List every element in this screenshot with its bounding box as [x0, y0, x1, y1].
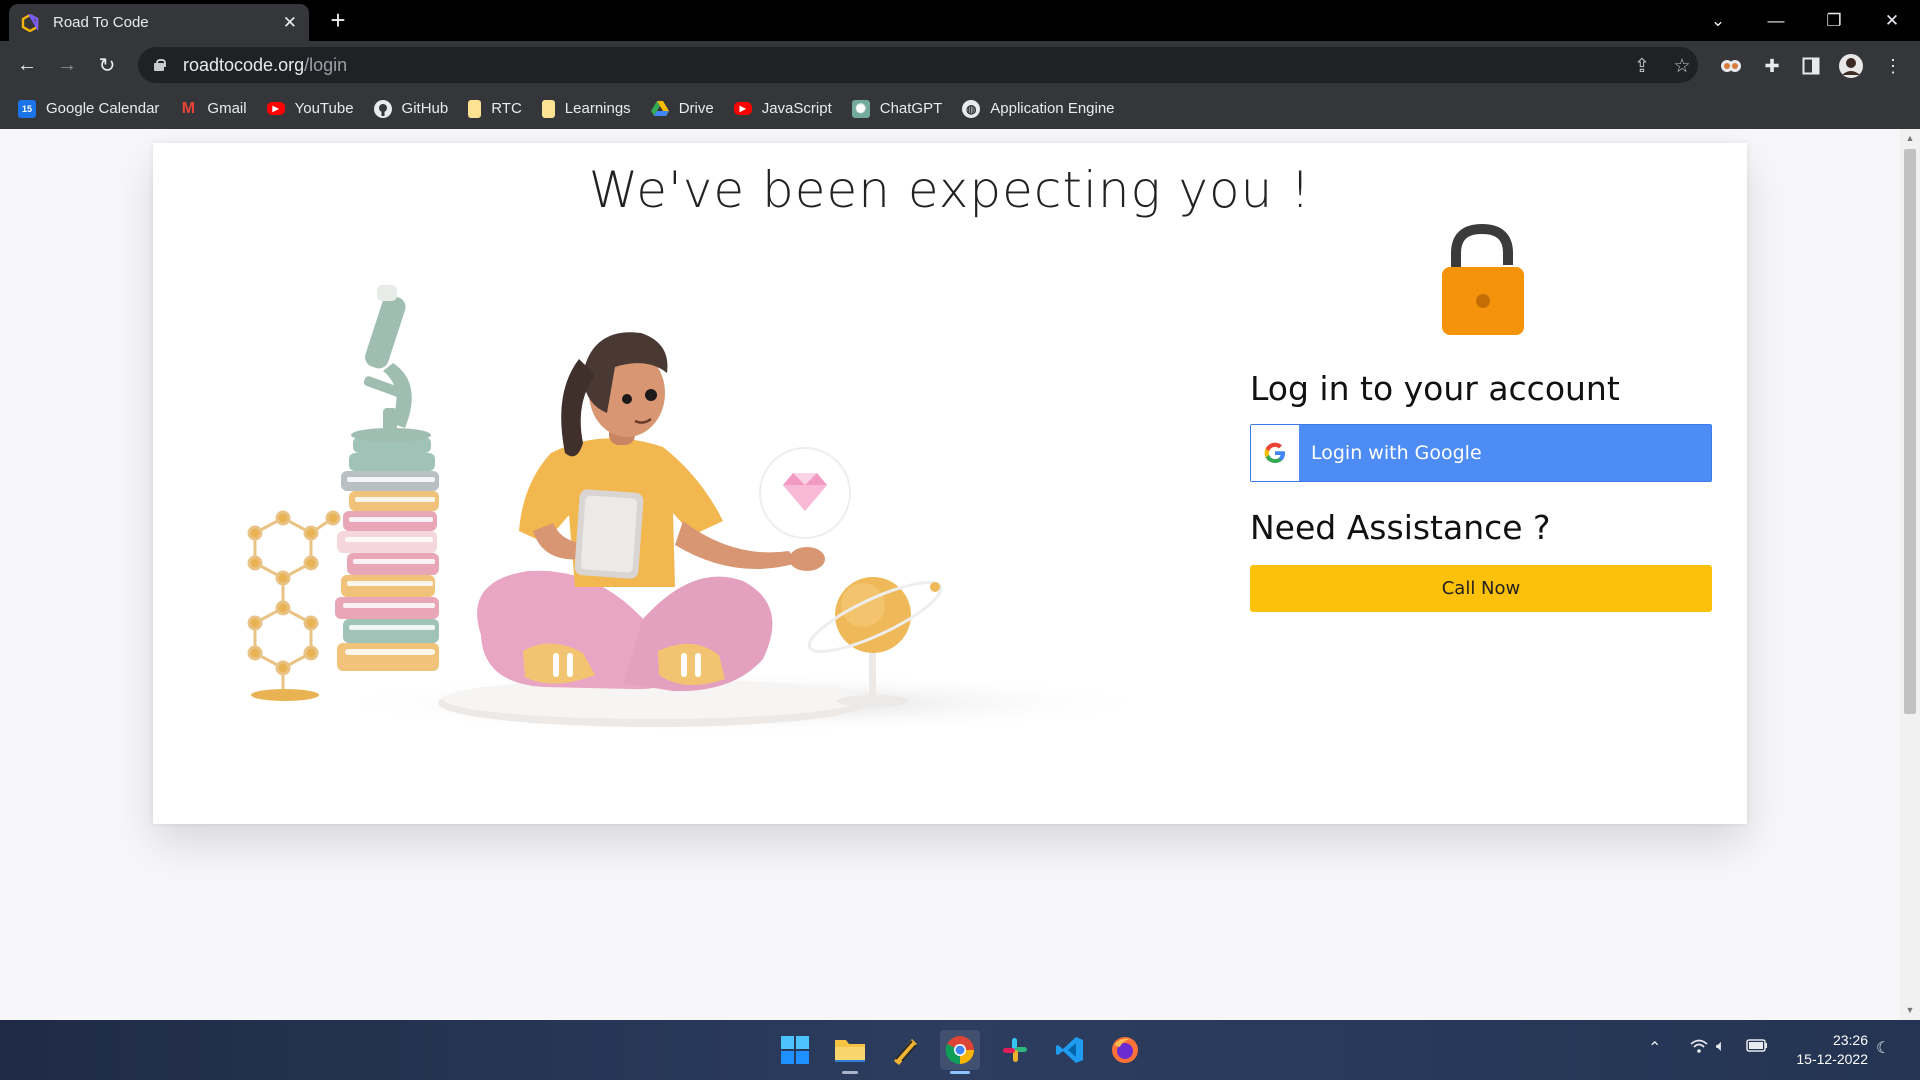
- wifi-icon[interactable]: [1690, 1038, 1708, 1059]
- extensions-puzzle-icon[interactable]: ✚: [1759, 53, 1785, 79]
- bookmark-label: Learnings: [564, 100, 631, 117]
- tab-search-icon[interactable]: ⌄: [1690, 0, 1746, 41]
- url-path: /login: [304, 54, 348, 75]
- chatgpt-icon: ✺: [851, 99, 870, 118]
- bookmark-item[interactable]: GitHub: [373, 99, 449, 118]
- bookmark-label: YouTube: [294, 100, 354, 117]
- bookmarks-bar: 15 Google Calendar M Gmail ▶ YouTube Git…: [0, 88, 1920, 129]
- firefox-icon[interactable]: [1105, 1030, 1145, 1070]
- call-now-button[interactable]: Call Now: [1250, 565, 1712, 612]
- page-title: We've been expecting you !: [588, 161, 1312, 219]
- windows-taskbar: ⌃ 🔈︎ ☾: [0, 1020, 1920, 1080]
- vscode-icon[interactable]: [1050, 1030, 1090, 1070]
- clock-time: 23:26: [1832, 1032, 1868, 1048]
- back-icon[interactable]: ←: [12, 52, 42, 78]
- bookmark-label: Application Engine: [990, 100, 1115, 117]
- bookmark-item[interactable]: ▶ JavaScript: [733, 100, 832, 117]
- assistance-heading: Need Assistance ?: [1250, 508, 1551, 547]
- bookmark-item[interactable]: M Gmail: [179, 99, 247, 118]
- app-pen-icon[interactable]: [885, 1030, 925, 1070]
- notification-icon[interactable]: ☾: [1876, 1038, 1890, 1058]
- volume-icon[interactable]: 🔈︎: [1716, 1038, 1726, 1056]
- bookmark-item[interactable]: Drive: [650, 100, 714, 118]
- url-host: roadtocode.org: [183, 54, 305, 75]
- scroll-thumb[interactable]: [1904, 149, 1916, 714]
- system-clock[interactable]: 23:26 15-12-2022: [1778, 1031, 1868, 1069]
- reload-icon[interactable]: ↻: [92, 52, 122, 78]
- browser-titlebar: Road To Code ✕ + ⌄ — ❐ ✕: [0, 0, 1920, 41]
- address-bar[interactable]: roadtocode.org/login: [138, 47, 1698, 83]
- side-panel-icon[interactable]: [1798, 53, 1824, 79]
- bookmark-label: JavaScript: [761, 100, 832, 117]
- login-heading: Log in to your account: [1250, 369, 1620, 408]
- profile-avatar-icon[interactable]: [1838, 53, 1864, 79]
- folder-icon: [541, 99, 555, 118]
- bookmark-label: GitHub: [401, 100, 449, 117]
- bookmark-item[interactable]: ◍ Application Engine: [962, 99, 1115, 118]
- road-to-code-favicon-icon: [21, 13, 39, 32]
- bookmark-item[interactable]: RTC: [468, 99, 522, 118]
- bookmark-label: Gmail: [207, 100, 247, 117]
- bookmark-item[interactable]: ▶ YouTube: [266, 100, 354, 117]
- start-windows-icon[interactable]: [775, 1030, 815, 1070]
- student-illustration: [247, 285, 1163, 733]
- menu-kebab-icon[interactable]: ⋮: [1880, 53, 1906, 79]
- browser-tab[interactable]: Road To Code ✕: [9, 4, 309, 41]
- bookmark-label: RTC: [491, 100, 522, 117]
- chrome-icon[interactable]: [940, 1030, 980, 1074]
- bookmark-label: Google Calendar: [46, 100, 160, 117]
- share-icon[interactable]: ⇪: [1630, 54, 1654, 78]
- bookmark-item[interactable]: Learnings: [541, 99, 631, 118]
- gmail-icon: M: [181, 99, 196, 117]
- folder-icon: [468, 99, 482, 118]
- google-g-icon: [1251, 425, 1299, 481]
- youtube-icon: ▶: [266, 102, 285, 115]
- page-scrollbar[interactable]: ▲ ▼: [1900, 129, 1920, 1020]
- tray-chevron-up-icon[interactable]: ⌃: [1648, 1038, 1661, 1058]
- restore-icon[interactable]: ❐: [1806, 0, 1862, 41]
- tab-title: Road To Code: [53, 14, 149, 31]
- forward-icon[interactable]: →: [52, 52, 82, 78]
- calendar-icon: 15: [18, 99, 36, 118]
- bookmark-label: ChatGPT: [879, 100, 943, 117]
- slack-icon[interactable]: [995, 1030, 1035, 1070]
- extension-owl-icon[interactable]: [1718, 53, 1744, 79]
- globe-icon: ◍: [962, 99, 981, 118]
- bookmark-label: Drive: [678, 100, 714, 117]
- close-tab-icon[interactable]: ✕: [283, 13, 297, 33]
- login-with-google-button[interactable]: Login with Google: [1250, 424, 1712, 482]
- drive-icon: [650, 100, 669, 118]
- new-tab-button[interactable]: +: [324, 5, 352, 35]
- bookmark-star-icon[interactable]: ☆: [1670, 54, 1694, 78]
- clock-date: 15-12-2022: [1796, 1051, 1868, 1067]
- minimize-icon[interactable]: —: [1748, 0, 1804, 41]
- youtube-icon: ▶: [733, 102, 752, 115]
- bookmark-item[interactable]: 15 Google Calendar: [18, 99, 160, 118]
- google-button-label: Login with Google: [1311, 442, 1482, 464]
- login-card: We've been expecting you ! Log in to you…: [153, 143, 1747, 824]
- github-icon: [373, 99, 392, 118]
- scroll-up-icon[interactable]: ▲: [1905, 133, 1915, 143]
- file-explorer-icon[interactable]: [830, 1030, 870, 1074]
- login-panel: Log in to your account Login with Google…: [1250, 223, 1712, 612]
- battery-icon[interactable]: [1746, 1038, 1768, 1057]
- close-window-icon[interactable]: ✕: [1864, 0, 1920, 41]
- lock-icon[interactable]: [154, 59, 166, 71]
- page-viewport: We've been expecting you ! Log in to you…: [0, 129, 1900, 1020]
- bookmark-item[interactable]: ✺ ChatGPT: [851, 99, 943, 118]
- scroll-down-icon[interactable]: ▼: [1905, 1005, 1915, 1015]
- unlock-icon: [1432, 223, 1532, 343]
